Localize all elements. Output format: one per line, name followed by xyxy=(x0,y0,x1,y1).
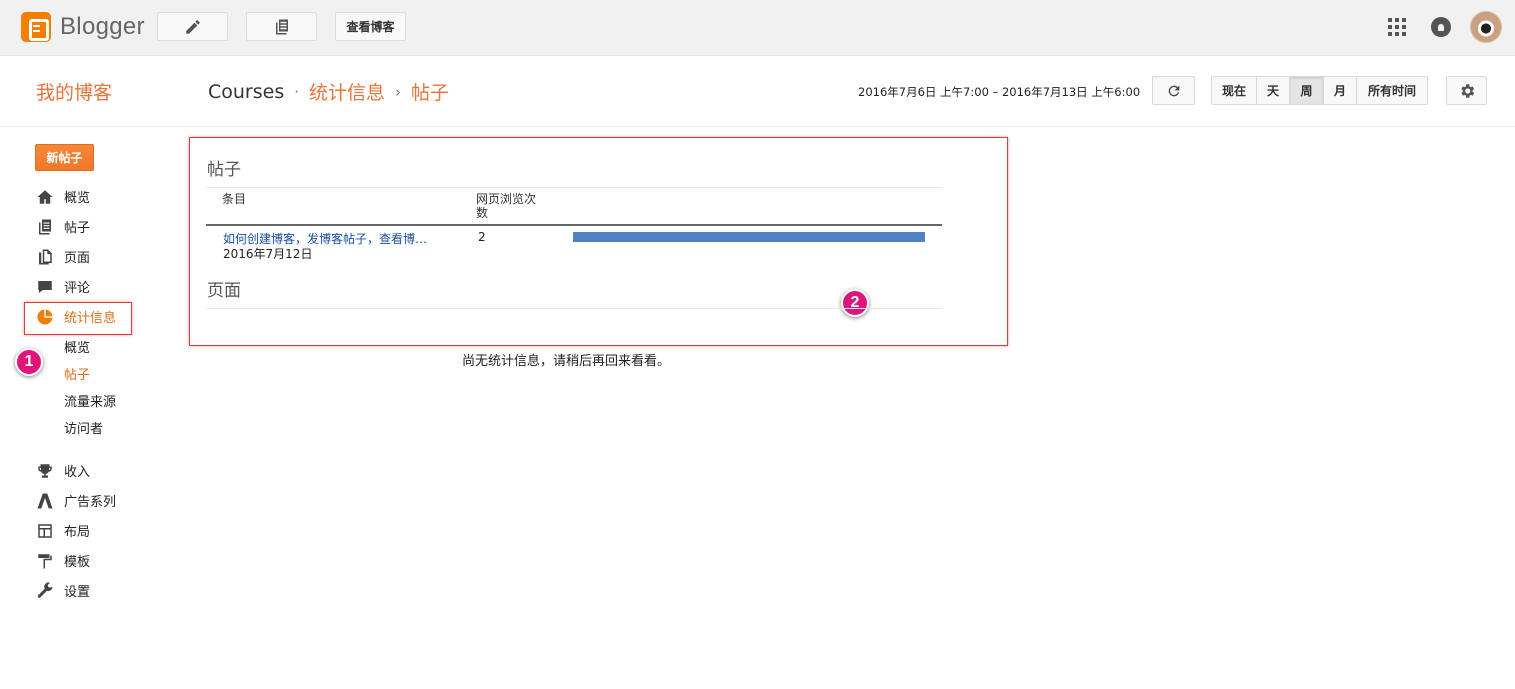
empty-stats-message: 尚无统计信息，请稍后再回来看看。 xyxy=(462,354,671,369)
refresh-icon xyxy=(1168,85,1179,96)
post-views: 2 xyxy=(478,230,486,244)
sidebar-item-settings[interactable]: 设置 xyxy=(36,581,90,600)
range-week-button[interactable]: 周 xyxy=(1290,77,1324,104)
sidebar-item-label: 布局 xyxy=(64,525,91,540)
blog-title[interactable]: 我的博客 xyxy=(36,78,112,105)
range-all-time-button[interactable]: 所有时间 xyxy=(1357,77,1427,104)
notifications-bell-icon[interactable] xyxy=(1431,17,1451,37)
refresh-button[interactable] xyxy=(1152,76,1195,105)
pages-icon xyxy=(36,248,54,266)
views-bar xyxy=(573,232,925,242)
settings-button[interactable] xyxy=(1446,76,1487,105)
sidebar-item-campaigns[interactable]: 广告系列 xyxy=(36,491,116,510)
blogger-logo[interactable]: Blogger xyxy=(21,12,145,42)
posts-icon xyxy=(36,218,54,236)
app-name: Blogger xyxy=(60,13,145,40)
stats-sub-traffic-sources[interactable]: 流量来源 xyxy=(64,391,116,410)
highlight-box-stats xyxy=(24,302,132,335)
posts-section-title: 帖子 xyxy=(207,160,241,180)
home-icon xyxy=(36,188,54,206)
stats-sub-overview[interactable]: 概览 xyxy=(64,337,90,356)
view-blog-button[interactable]: 查看博客 xyxy=(335,12,406,41)
header-divider xyxy=(0,126,1515,127)
section-divider xyxy=(206,308,942,309)
wrench-icon xyxy=(36,581,54,600)
top-bar: Blogger 查看博客 xyxy=(0,0,1515,56)
sidebar-item-label: 帖子 xyxy=(64,221,91,236)
posts-list-icon xyxy=(275,19,288,34)
column-header-entry: 条目 xyxy=(222,192,247,206)
stats-sub-posts[interactable]: 帖子 xyxy=(64,364,90,383)
table-header-rule xyxy=(206,224,942,226)
avatar[interactable] xyxy=(1470,11,1502,43)
sidebar-item-label: 概览 xyxy=(64,191,91,206)
breadcrumb-separator: · xyxy=(294,82,300,101)
blogger-logo-icon xyxy=(21,12,51,42)
range-month-button[interactable]: 月 xyxy=(1324,77,1357,104)
sidebar-item-comments[interactable]: 评论 xyxy=(36,277,90,296)
gear-icon xyxy=(1460,83,1474,98)
breadcrumb-posts: 帖子 xyxy=(411,82,450,104)
views-bar-track xyxy=(573,232,925,242)
range-day-button[interactable]: 天 xyxy=(1257,77,1290,104)
comment-icon xyxy=(36,278,54,296)
new-post-pencil-button[interactable] xyxy=(157,12,228,41)
annotation-badge-1: 1 xyxy=(15,348,43,376)
sidebar-item-layout[interactable]: 布局 xyxy=(36,521,90,540)
annotation-badge-2: 2 xyxy=(841,289,869,317)
sidebar-item-label: 页面 xyxy=(64,251,91,266)
new-post-button[interactable]: 新帖子 xyxy=(35,144,94,171)
posts-list-button[interactable] xyxy=(246,12,317,41)
stats-sub-audience[interactable]: 访问者 xyxy=(64,418,103,437)
trophy-icon xyxy=(36,462,54,480)
sidebar-item-label: 广告系列 xyxy=(64,495,117,510)
sidebar-item-label: 评论 xyxy=(64,281,91,296)
breadcrumb-separator: › xyxy=(395,82,402,101)
section-divider xyxy=(206,187,942,188)
breadcrumb-blog[interactable]: Courses xyxy=(208,81,284,103)
post-date: 2016年7月12日 xyxy=(223,247,313,261)
pages-section-title: 页面 xyxy=(207,281,241,301)
column-header-views-line1: 网页浏览次 xyxy=(476,192,537,206)
sidebar-item-label: 模板 xyxy=(64,555,91,570)
breadcrumb-stats[interactable]: 统计信息 xyxy=(309,78,385,105)
column-header-views: 网页浏览次 数 xyxy=(476,192,536,220)
adwords-icon xyxy=(36,492,54,510)
column-header-views-line2: 数 xyxy=(476,206,489,220)
range-now-button[interactable]: 现在 xyxy=(1212,77,1257,104)
sidebar-item-posts[interactable]: 帖子 xyxy=(36,217,90,236)
paint-roller-icon xyxy=(36,552,54,570)
breadcrumb: Courses · 统计信息 › 帖子 xyxy=(208,78,449,105)
date-range: 2016年7月6日 上午7:00 – 2016年7月13日 上午6:00 xyxy=(858,85,1141,99)
range-selector: 现在 天 周 月 所有时间 xyxy=(1211,76,1428,105)
layout-icon xyxy=(36,522,54,540)
sidebar-item-earnings[interactable]: 收入 xyxy=(36,461,90,480)
sidebar-item-pages[interactable]: 页面 xyxy=(36,247,90,266)
sidebar-item-template[interactable]: 模板 xyxy=(36,551,90,570)
apps-grid-icon[interactable] xyxy=(1388,18,1406,36)
sidebar-item-overview[interactable]: 概览 xyxy=(36,187,90,206)
sidebar-item-label: 设置 xyxy=(64,585,91,600)
pencil-icon xyxy=(185,19,200,34)
sidebar-item-label: 收入 xyxy=(64,465,91,480)
